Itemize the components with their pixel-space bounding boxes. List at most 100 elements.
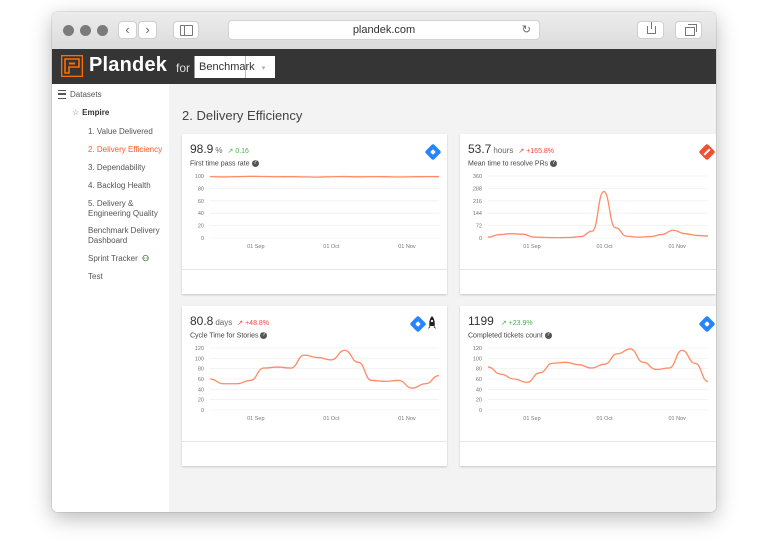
metric-delta: ↗ +165.8% <box>518 148 554 155</box>
y-tick-label: 360 <box>473 174 482 180</box>
x-tick-label: 01 Sep <box>247 416 264 422</box>
sidebar-datasets[interactable]: Datasets <box>58 90 102 100</box>
browser-toolbar: ‹ › plandek.com ↻ <box>52 12 716 50</box>
sidebar-group-label: Empire <box>82 108 110 117</box>
sidebar-item-sprint-tracker[interactable]: Sprint Tracker ⚇ <box>88 254 149 264</box>
metric-card-mean-time-resolve-prs[interactable]: 53.7 hours ↗ +165.8% Mean time to resolve … <box>460 134 716 294</box>
metric-unit: hours <box>493 146 514 155</box>
line-chart: 100 80 60 40 20 0 01 Sep 01 Oct 01 Nov <box>195 174 440 250</box>
share-button[interactable] <box>637 21 664 39</box>
y-tick-label: 0 <box>479 236 482 242</box>
git-icon <box>698 143 716 161</box>
card-divider <box>182 269 447 270</box>
card-divider <box>460 269 716 270</box>
metric-label-text: Mean time to resolve PRs <box>468 160 549 168</box>
header-divider <box>245 56 246 78</box>
minimize-window-button[interactable] <box>80 25 91 36</box>
metric-delta-value: 0.16 <box>235 148 249 155</box>
metric-card-cycle-time-stories[interactable]: 80.8 days ↗ +48.8% Cycle Time for Stories?… <box>182 306 447 466</box>
y-tick-label: 80 <box>198 186 204 192</box>
y-tick-label: 40 <box>198 211 204 217</box>
trend-up-icon: ↗ <box>518 148 525 155</box>
series-line <box>487 190 709 239</box>
metric-label-text: Cycle Time for Stories <box>190 332 259 340</box>
jira-icon <box>698 315 716 333</box>
plandek-logo-icon <box>61 55 83 77</box>
card-divider <box>182 441 447 442</box>
y-tick-label: 144 <box>473 211 482 217</box>
sidebar-toggle-button[interactable] <box>173 21 199 39</box>
metric-delta-value: +165.8% <box>526 148 555 155</box>
x-tick-label: 01 Nov <box>668 416 686 422</box>
series-line <box>209 349 440 389</box>
metric-label-text: Completed tickets count <box>468 332 543 340</box>
sidebar-item-backlog-health[interactable]: 4. Backlog Health <box>88 181 151 191</box>
help-icon[interactable]: ? <box>260 332 268 339</box>
card-divider <box>460 441 716 442</box>
chevron-right-icon: › <box>145 22 150 37</box>
star-icon: ☆ <box>72 108 80 117</box>
y-tick-label: 80 <box>476 367 482 373</box>
reload-icon[interactable]: ↻ <box>522 21 531 39</box>
sidebar-item-benchmark-delivery-dashboard[interactable]: Benchmark Delivery Dashboard <box>88 226 160 246</box>
close-window-button[interactable] <box>63 25 74 36</box>
sidebar-item-test[interactable]: Test <box>88 272 103 282</box>
main-content: 2. Delivery Efficiency 98.9% ↗ 0.16 First… <box>169 84 716 512</box>
x-tick-label: 01 Oct <box>596 244 613 250</box>
y-tick-label: 120 <box>195 346 204 352</box>
metric-label: Completed tickets count? <box>468 332 552 339</box>
dataset-selector[interactable]: Benchmark ▾ <box>194 56 276 78</box>
help-icon[interactable]: ? <box>544 332 552 339</box>
list-icon <box>58 90 66 100</box>
share-icon <box>647 22 656 34</box>
maximize-window-button[interactable] <box>97 25 108 36</box>
sidebar-item-label-line1: 5. Delivery & <box>88 199 134 208</box>
page-title: 2. Delivery Efficiency <box>182 108 303 123</box>
x-tick-label: 01 Nov <box>398 244 416 250</box>
y-tick-label: 60 <box>198 377 204 383</box>
x-tick-label: 01 Sep <box>523 416 540 422</box>
metric-delta: ↗ +23.9% <box>501 320 533 327</box>
address-bar[interactable]: plandek.com ↻ <box>228 20 540 40</box>
rocket-icon <box>428 316 436 329</box>
sidebar: Datasets ☆ Empire 1. Value Delivered 2. D… <box>52 84 170 512</box>
sidebar-item-delivery-engineering-quality[interactable]: 5. Delivery & Engineering Quality <box>88 199 158 219</box>
sidebar-item-label-line1: Benchmark Delivery <box>88 226 160 235</box>
y-tick-label: 72 <box>476 224 482 230</box>
forward-button[interactable]: › <box>138 21 157 39</box>
trend-up-icon: ↗ <box>237 320 244 327</box>
sidebar-item-label-line2: Engineering Quality <box>88 209 158 218</box>
app-header: Plandek for Benchmark ▾ <box>52 49 716 84</box>
sidebar-datasets-label: Datasets <box>70 90 102 99</box>
help-icon[interactable]: ? <box>550 160 558 167</box>
metric-value-row: 1199 ↗ +23.9% <box>468 314 533 328</box>
y-tick-label: 20 <box>198 398 204 404</box>
metric-label: First time pass rate? <box>190 160 259 167</box>
back-button[interactable]: ‹ <box>118 21 137 39</box>
y-tick-label: 80 <box>198 367 204 373</box>
y-tick-label: 100 <box>473 356 482 362</box>
y-tick-label: 20 <box>198 224 204 230</box>
y-tick-label: 0 <box>201 408 204 414</box>
help-icon[interactable]: ? <box>251 160 259 167</box>
y-tick-label: 40 <box>198 387 204 393</box>
runner-icon: ⚇ <box>142 254 150 263</box>
sidebar-item-dependability[interactable]: 3. Dependability <box>88 163 145 173</box>
metric-label-text: First time pass rate <box>190 160 250 168</box>
x-tick-label: 01 Nov <box>668 244 686 250</box>
sidebar-group-empire[interactable]: ☆ Empire <box>72 108 109 118</box>
metric-card-completed-tickets[interactable]: 1199 ↗ +23.9% Completed tickets count? 12… <box>460 306 716 466</box>
metric-unit: % <box>215 146 223 155</box>
jira-icon <box>424 143 442 161</box>
x-tick-label: 01 Nov <box>398 416 416 422</box>
metric-label: Cycle Time for Stories? <box>190 332 268 340</box>
sidebar-item-delivery-efficiency[interactable]: 2. Delivery Efficiency <box>88 145 162 155</box>
y-tick-label: 60 <box>198 199 204 205</box>
y-tick-label: 216 <box>473 199 482 205</box>
metric-card-first-time-pass-rate[interactable]: 98.9% ↗ 0.16 First time pass rate? 100 80 6… <box>182 134 447 294</box>
jira-icon <box>409 315 427 333</box>
metric-value: 53.7 <box>468 142 492 156</box>
tabs-button[interactable] <box>675 21 702 39</box>
sidebar-item-value-delivered[interactable]: 1. Value Delivered <box>88 127 153 137</box>
y-tick-label: 120 <box>473 346 482 352</box>
